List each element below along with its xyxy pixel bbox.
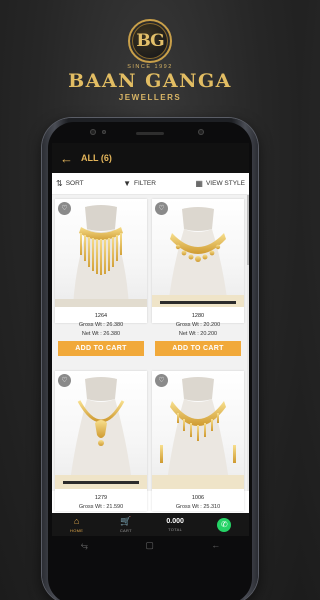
- heart-icon[interactable]: ♡: [58, 202, 71, 215]
- recent-apps-icon[interactable]: ⥃: [81, 540, 88, 550]
- whatsapp-icon: ✆: [217, 517, 232, 532]
- brand-header: BG SINCE 1992 BAAN GANGA JEWELLERS: [0, 0, 300, 110]
- product-card[interactable]: ♡ 1280 Gross Wt : 20.200 Net Wt : 20.200…: [152, 199, 244, 356]
- filter-label: FILTER: [134, 180, 156, 187]
- system-navigation-bar: ⥃ ▢ ←: [52, 536, 249, 554]
- view-style-button[interactable]: ▦ VIEW STYLE: [195, 179, 245, 188]
- brand-monogram: BG: [136, 31, 164, 51]
- front-camera-icon: [198, 129, 204, 135]
- heart-icon[interactable]: ♡: [58, 374, 71, 387]
- scrollbar-thumb[interactable]: [247, 195, 249, 265]
- product-image[interactable]: ♡: [152, 371, 244, 489]
- page-title: ALL (6): [81, 153, 112, 163]
- view-style-label: VIEW STYLE: [205, 180, 245, 187]
- nav-cart[interactable]: 🛒 CART: [101, 513, 150, 536]
- nav-home[interactable]: ⌂ HOME: [52, 513, 101, 536]
- gross-weight: Gross Wt : 26.380: [78, 322, 124, 328]
- product-card[interactable]: ♡ 1264 Gross Wt : 26.380 Net Wt : 26.380…: [55, 199, 147, 356]
- nav-whatsapp[interactable]: ✆: [200, 513, 249, 536]
- sensor-icon: [102, 130, 106, 134]
- back-icon[interactable]: ←: [211, 540, 220, 550]
- list-toolbar: ⇅ SORT ▼ FILTER ▦ VIEW STYLE: [52, 173, 249, 195]
- product-code: 1264: [94, 313, 108, 319]
- nav-home-label: HOME: [70, 527, 84, 533]
- gross-weight: Gross Wt : 21.590: [78, 504, 124, 510]
- necklace-image: [152, 377, 244, 489]
- home-button-icon[interactable]: ▢: [145, 540, 154, 550]
- product-card[interactable]: ♡ 1279 Gross Wt : 21.590: [55, 371, 147, 511]
- add-to-cart-button[interactable]: ADD TO CART: [155, 341, 241, 356]
- sort-button[interactable]: ⇅ SORT: [56, 179, 84, 188]
- brand-subtitle: JEWELLERS: [118, 93, 182, 102]
- gross-weight: Gross Wt : 20.200: [175, 322, 221, 328]
- heart-icon[interactable]: ♡: [155, 202, 168, 215]
- nav-total-label: TOTAL: [168, 526, 183, 532]
- product-code: 1006: [191, 495, 205, 501]
- arrow-left-icon[interactable]: ←: [60, 152, 73, 165]
- brand-logo: BG: [128, 19, 172, 63]
- camera-icon: [90, 129, 96, 135]
- product-image[interactable]: ♡: [152, 199, 244, 307]
- gross-weight: Gross Wt : 25.310: [175, 504, 221, 510]
- grid-view-icon: ▦: [195, 179, 203, 188]
- app-bar: ← ALL (6): [52, 143, 249, 173]
- brand-name: BAAN GANGA: [68, 70, 232, 92]
- phone-speaker: [136, 132, 164, 135]
- sort-icon: ⇅: [56, 179, 63, 188]
- product-image[interactable]: ♡: [55, 199, 147, 307]
- app-screen: ← ALL (6) ⇅ SORT ▼ FILTER ▦ VIEW STYLE ♡…: [52, 143, 249, 536]
- heart-icon[interactable]: ♡: [155, 374, 168, 387]
- add-to-cart-button[interactable]: ADD TO CART: [58, 341, 144, 356]
- necklace-image: [152, 207, 244, 307]
- net-weight: Net Wt : 20.200: [178, 331, 218, 337]
- sort-label: SORT: [65, 180, 84, 187]
- filter-icon: ▼: [123, 179, 132, 188]
- home-icon: ⌂: [73, 515, 80, 526]
- nav-cart-label: CART: [119, 527, 132, 533]
- product-code: 1280: [191, 313, 205, 319]
- total-value: 0.000: [166, 517, 184, 525]
- scrollbar[interactable]: [247, 195, 249, 491]
- cart-icon: 🛒: [120, 515, 132, 526]
- filter-button[interactable]: ▼ FILTER: [123, 179, 156, 188]
- bottom-navigation: ⌂ HOME 🛒 CART 0.000 TOTAL ✆: [52, 513, 249, 536]
- product-grid: ♡ 1264 Gross Wt : 26.380 Net Wt : 26.380…: [52, 195, 249, 511]
- necklace-image: [55, 205, 147, 307]
- product-code: 1279: [94, 495, 108, 501]
- product-card[interactable]: ♡ 1006 Gross Wt : 25.310: [152, 371, 244, 511]
- necklace-image: [55, 377, 147, 489]
- net-weight: Net Wt : 26.380: [81, 331, 121, 337]
- nav-total[interactable]: 0.000 TOTAL: [151, 513, 200, 536]
- product-image[interactable]: ♡: [55, 371, 147, 489]
